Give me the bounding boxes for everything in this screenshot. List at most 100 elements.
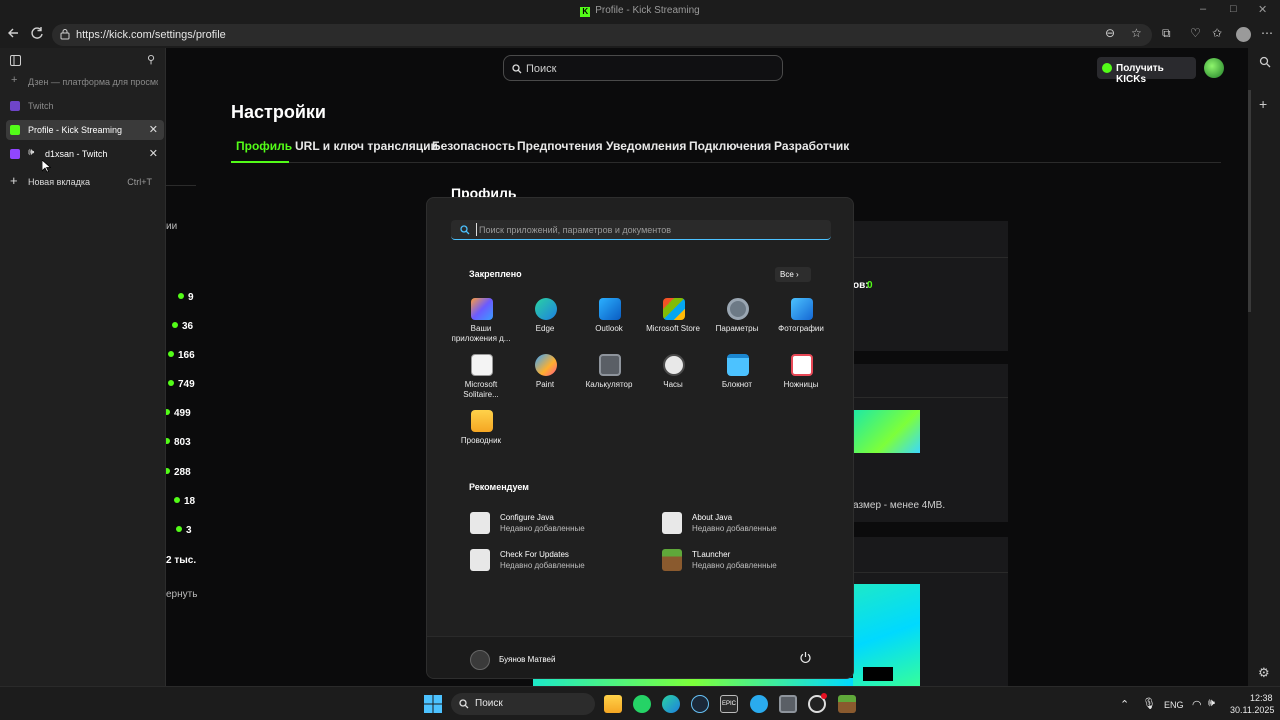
edge-icon[interactable] <box>662 695 680 713</box>
address-bar[interactable]: https://kick.com/settings/profile ⊖ ☆ <box>52 24 1152 46</box>
close-tab-icon[interactable]: ✕ <box>149 123 158 136</box>
all-apps-button[interactable]: Все › <box>775 267 811 282</box>
channel-count[interactable]: 166 <box>168 350 195 361</box>
minimize-button[interactable]: – <box>1200 3 1206 15</box>
start-menu: Поиск приложений, параметров и документо… <box>426 197 854 679</box>
close-tab-icon[interactable]: ✕ <box>149 147 158 160</box>
settings-tabs: Профиль URL и ключ трансляции Безопаснос… <box>231 139 1221 163</box>
java-icon <box>662 512 682 534</box>
tab-developer[interactable]: Разработчик <box>774 139 849 153</box>
browser-essentials-icon[interactable]: ♡ <box>1190 26 1201 40</box>
pinned-app-outlook[interactable]: Outlook <box>577 296 641 348</box>
tab-actions-icon[interactable] <box>10 55 21 66</box>
search-icon <box>459 699 469 709</box>
more-menu-icon[interactable]: ⋯ <box>1261 26 1273 40</box>
tab-stream-key[interactable]: URL и ключ трансляции <box>295 139 438 153</box>
pin-panel-icon[interactable]: ⚲ <box>147 53 155 66</box>
tab-notifications[interactable]: Уведомления <box>606 139 686 153</box>
explorer-icon <box>471 410 493 432</box>
channel-count[interactable]: 2 тыс. <box>166 555 196 566</box>
pinned-app-store[interactable]: Microsoft Store <box>641 296 705 348</box>
taskbar-search[interactable]: Поиск <box>451 693 595 715</box>
tab-connections[interactable]: Подключения <box>689 139 771 153</box>
speaker-icon[interactable]: 🕪 <box>28 147 34 158</box>
tab-item-twitch[interactable]: Twitch <box>6 96 164 116</box>
page-scrollbar[interactable] <box>1248 90 1251 312</box>
power-icon[interactable] <box>799 651 812 664</box>
pinned-app-paint[interactable]: Paint <box>513 352 577 404</box>
steam-icon[interactable] <box>691 695 709 713</box>
recommended-item[interactable]: TLauncher Недавно добавленные <box>662 548 832 572</box>
search-icon[interactable] <box>1259 56 1271 68</box>
profile-avatar-icon[interactable] <box>1236 27 1251 42</box>
channel-count[interactable]: 36 <box>172 321 193 332</box>
pinned-app-photos[interactable]: Фотографии <box>769 296 833 348</box>
pinned-app-solitaire[interactable]: Microsoft Solitaire... <box>449 352 513 404</box>
extensions-icon[interactable]: ⧉ <box>1162 26 1171 41</box>
whatsapp-icon[interactable] <box>633 695 651 713</box>
start-search-input[interactable]: Поиск приложений, параметров и документо… <box>451 220 831 240</box>
channel-count[interactable]: 18 <box>174 496 195 507</box>
site-info-icon[interactable] <box>60 28 70 40</box>
pinned-app-explorer[interactable]: Проводник <box>449 408 513 460</box>
tlauncher-icon[interactable] <box>838 695 856 713</box>
pinned-app-notepad[interactable]: Блокнот <box>705 352 769 404</box>
channel-count[interactable]: 3 <box>176 525 192 536</box>
new-tab-button[interactable]: + Новая вкладка Ctrl+T <box>6 172 164 192</box>
telegram-icon[interactable] <box>750 695 768 713</box>
show-hidden-icons-icon[interactable]: ⌃ <box>1120 698 1129 711</box>
gear-icon[interactable]: ⚙ <box>1258 665 1270 681</box>
kick-search-input[interactable]: Поиск <box>503 55 783 81</box>
tab-item-d1xsan[interactable]: 🕪 d1xsan - Twitch ✕ <box>6 144 164 164</box>
favorites-icon[interactable]: ✩ <box>1212 26 1222 40</box>
show-more-link[interactable]: ернуть <box>166 589 197 600</box>
tab-profile[interactable]: Профиль <box>236 139 292 153</box>
url-text[interactable]: https://kick.com/settings/profile <box>76 29 226 41</box>
start-button[interactable] <box>424 695 442 713</box>
channel-count[interactable]: 803 <box>166 437 191 448</box>
input-language[interactable]: ENG <box>1164 700 1184 710</box>
channel-count[interactable]: 749 <box>168 379 195 390</box>
reload-button[interactable] <box>28 26 46 44</box>
tab-item-kick[interactable]: Profile - Kick Streaming ✕ <box>6 120 164 140</box>
followers-count: 0 <box>867 280 873 291</box>
get-kicks-button[interactable]: Получить KICKs <box>1097 57 1196 85</box>
settings-icon <box>727 298 749 320</box>
tab-item-dzen[interactable]: + Дзен — платформа для просмотра <box>6 72 164 92</box>
search-icon <box>460 225 470 235</box>
favorite-star-icon[interactable]: ☆ <box>1131 26 1142 40</box>
reload-icon <box>31 27 43 39</box>
edge-icon <box>535 298 557 320</box>
add-icon[interactable]: + <box>1259 96 1267 112</box>
tab-security[interactable]: Безопасность <box>432 139 515 153</box>
pinned-app-settings[interactable]: Параметры <box>705 296 769 348</box>
recommended-item[interactable]: Configure Java Недавно добавленные <box>470 511 640 535</box>
channel-count[interactable]: 288 <box>166 467 191 478</box>
paint-icon <box>535 354 557 376</box>
clock-date[interactable]: 30.11.2025 <box>1230 705 1274 715</box>
microphone-icon[interactable]: 🎙 <box>1142 697 1156 710</box>
clock-time[interactable]: 12:38 <box>1250 693 1273 703</box>
epic-games-icon[interactable]: EPIC <box>720 695 738 713</box>
explorer-icon[interactable] <box>604 695 622 713</box>
recommended-item[interactable]: Check For Updates Недавно добавленные <box>470 548 640 572</box>
tab-preferences[interactable]: Предпочтения <box>517 139 603 153</box>
back-button[interactable] <box>4 26 22 44</box>
text-caret <box>476 223 477 236</box>
channel-count[interactable]: 9 <box>178 292 194 303</box>
wifi-icon[interactable]: ◠ <box>1192 698 1202 711</box>
reader-mode-icon[interactable]: ⊖ <box>1105 26 1115 40</box>
pinned-app-edge[interactable]: Edge <box>513 296 577 348</box>
pinned-app-clock[interactable]: Часы <box>641 352 705 404</box>
pinned-app-your-apps[interactable]: Ваши приложения д... <box>449 296 513 348</box>
recommended-item[interactable]: About Java Недавно добавленные <box>662 511 832 535</box>
pinned-app-snipping[interactable]: Ножницы <box>769 352 833 404</box>
pinned-app-calculator[interactable]: Калькулятор <box>577 352 641 404</box>
user-avatar[interactable] <box>1204 58 1224 78</box>
shortcut-hint: Ctrl+T <box>127 177 152 187</box>
maximize-button[interactable]: □ <box>1230 3 1237 15</box>
channel-count[interactable]: 499 <box>166 408 191 419</box>
close-window-button[interactable]: ✕ <box>1258 3 1267 16</box>
volume-icon[interactable]: 🕪 <box>1208 697 1215 710</box>
calculator-icon[interactable] <box>779 695 797 713</box>
